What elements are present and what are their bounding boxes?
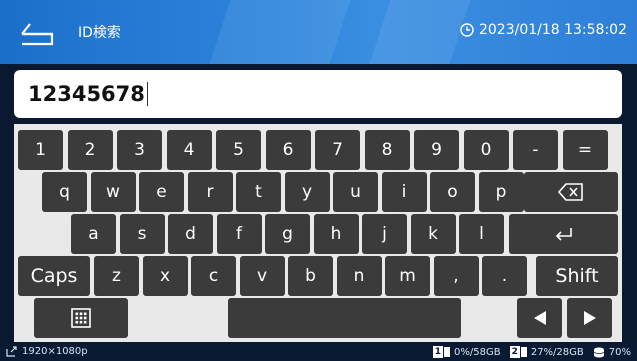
arrow-right-icon	[583, 311, 596, 325]
key-8[interactable]: 8	[364, 130, 410, 170]
disk2-usage: 27%/28GB	[530, 346, 584, 358]
header-bar: ID検索 2023/01/18 13:58:02	[0, 0, 637, 64]
key-4[interactable]: 4	[166, 130, 212, 170]
arrow-left-key[interactable]	[517, 298, 562, 338]
key-1[interactable]: 1	[18, 130, 63, 170]
disk1-icon: 1	[432, 346, 450, 358]
key-equals[interactable]: =	[562, 130, 608, 170]
key-c[interactable]: c	[191, 256, 236, 296]
back-arrow-icon	[21, 23, 54, 46]
key-m[interactable]: m	[385, 256, 430, 296]
page-title: ID検索	[78, 25, 121, 41]
key-y[interactable]: y	[284, 172, 330, 212]
key-period[interactable]: .	[482, 256, 527, 296]
keypad-icon	[71, 308, 91, 328]
disk2-icon: 2	[509, 346, 527, 358]
key-3[interactable]: 3	[117, 130, 162, 170]
storage-indicators: 1 0%/58GB 2 27%/28GB 70%	[432, 346, 631, 358]
enter-icon	[555, 228, 572, 241]
key-o[interactable]: o	[430, 172, 475, 212]
key-f[interactable]: f	[216, 214, 262, 254]
datetime-text: 2023/01/18 13:58:02	[478, 22, 627, 38]
shift-key[interactable]: Shift	[536, 256, 618, 296]
id-input-value: 12345678	[28, 82, 145, 106]
key-7[interactable]: 7	[315, 130, 360, 170]
text-caret	[146, 82, 148, 106]
arrow-left-icon	[533, 311, 546, 325]
key-i[interactable]: i	[381, 172, 427, 212]
clock-icon	[460, 23, 474, 37]
key-t[interactable]: t	[236, 172, 281, 212]
key-g[interactable]: g	[265, 214, 310, 254]
database-usage: 70%	[608, 346, 631, 358]
key-0[interactable]: 0	[463, 130, 509, 170]
status-bar: 1920×1080p 1 0%/58GB 2 27%/28GB 70%	[0, 344, 637, 361]
header-decoration	[369, 0, 471, 64]
back-button[interactable]	[18, 16, 58, 48]
keypad-toggle-key[interactable]	[34, 298, 128, 338]
key-l[interactable]: l	[459, 214, 504, 254]
key-e[interactable]: e	[139, 172, 184, 212]
resolution-text: 1920×1080p	[22, 346, 88, 357]
key-a[interactable]: a	[71, 214, 116, 254]
on-screen-keyboard: 1 2 3 4 5 6 7 8 9 0- = q w e r t y u i o p a s d f g h j k l Caps z x c v b…	[14, 124, 622, 342]
key-z[interactable]: z	[94, 256, 139, 296]
key-q[interactable]: q	[42, 172, 87, 212]
key-n[interactable]: n	[336, 256, 382, 296]
enter-key[interactable]	[509, 214, 618, 254]
key-h[interactable]: h	[313, 214, 359, 254]
key-comma[interactable]: ,	[433, 256, 479, 296]
key-x[interactable]: x	[142, 256, 188, 296]
datetime-display: 2023/01/18 13:58:02	[460, 22, 627, 38]
arrow-right-key[interactable]	[567, 298, 612, 338]
key-r[interactable]: r	[187, 172, 233, 212]
key-6[interactable]: 6	[265, 130, 311, 170]
display-icon	[6, 346, 17, 357]
database-icon	[593, 347, 604, 357]
key-u[interactable]: u	[333, 172, 378, 212]
key-s[interactable]: s	[119, 214, 165, 254]
backspace-key[interactable]	[524, 172, 618, 212]
key-k[interactable]: k	[410, 214, 456, 254]
key-5[interactable]: 5	[216, 130, 261, 170]
space-key[interactable]	[228, 298, 461, 338]
id-input-field[interactable]: 12345678	[14, 70, 622, 118]
key-2[interactable]: 2	[67, 130, 113, 170]
key-minus[interactable]: -	[513, 130, 558, 170]
resolution-indicator: 1920×1080p	[6, 346, 88, 357]
key-w[interactable]: w	[90, 172, 136, 212]
key-p[interactable]: p	[478, 172, 524, 212]
key-j[interactable]: j	[362, 214, 407, 254]
key-d[interactable]: d	[168, 214, 213, 254]
key-b[interactable]: b	[288, 256, 333, 296]
key-9[interactable]: 9	[414, 130, 459, 170]
header-decoration	[209, 0, 351, 64]
disk1-usage: 0%/58GB	[453, 346, 501, 358]
caps-key[interactable]: Caps	[18, 256, 90, 296]
key-v[interactable]: v	[239, 256, 285, 296]
backspace-icon	[558, 183, 583, 201]
